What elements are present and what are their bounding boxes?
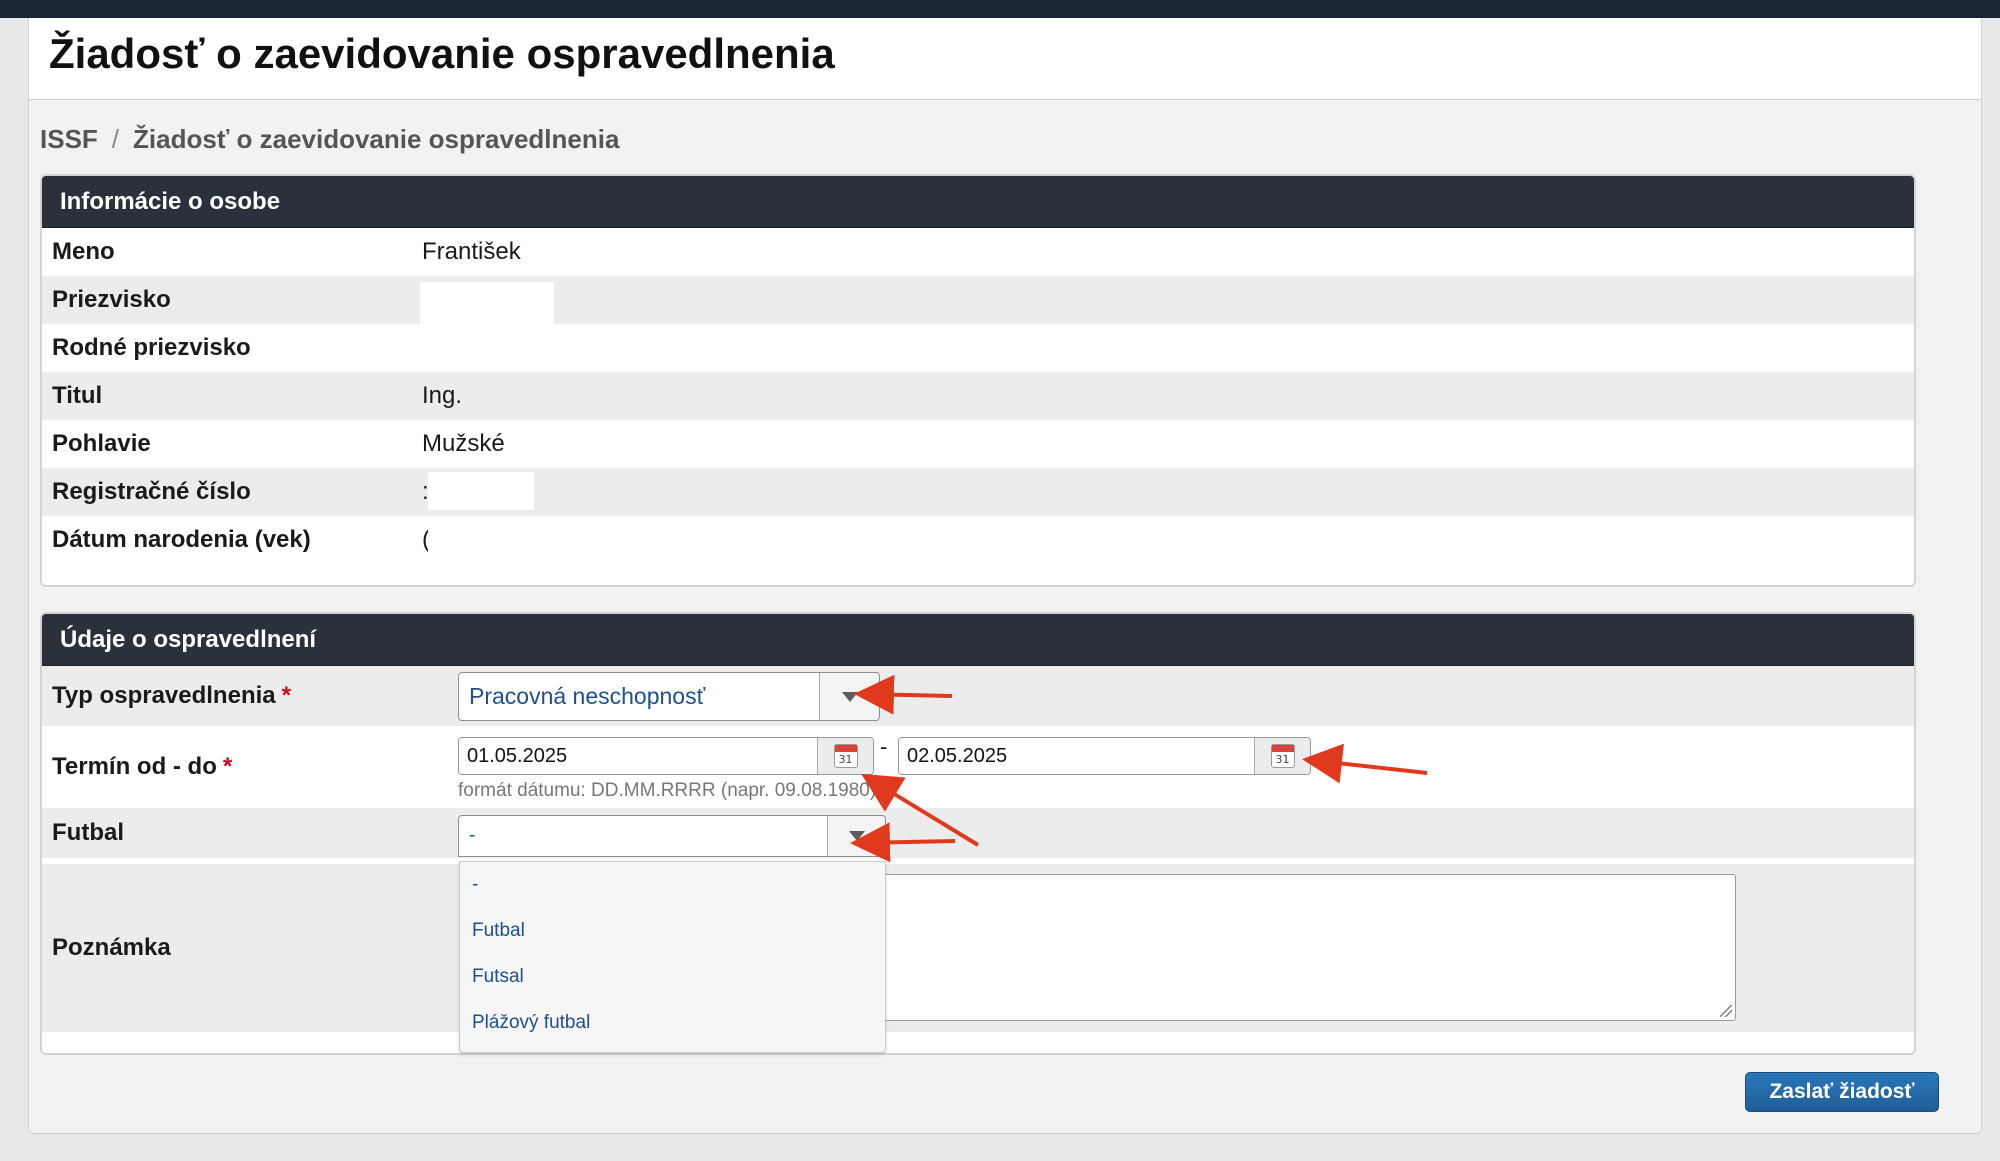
sport-select[interactable]: - [458, 815, 886, 857]
sport-option[interactable]: - [460, 862, 885, 908]
title-value: Ing. [422, 382, 463, 409]
gender-value: Mužské [422, 430, 505, 457]
date-range-separator: - [880, 734, 888, 759]
excuse-type-selected: Pracovná neschopnosť [469, 683, 706, 709]
sport-label: Futbal [52, 819, 124, 846]
breadcrumb-root-link[interactable]: ISSF [40, 124, 98, 154]
sport-option[interactable]: Futbal [460, 908, 885, 954]
page-title: Žiadosť o zaevidovanie ospravedlnenia [49, 30, 835, 77]
breadcrumb: ISSF / Žiadosť o zaevidovanie ospravedlnen… [40, 124, 619, 155]
required-marker: * [281, 682, 291, 709]
date-format-hint: formát dátumu: DD.MM.RRRR (napr. 09.08.1… [458, 780, 877, 801]
registration-label: Registračné číslo [52, 478, 251, 505]
redacted-birthdate [428, 522, 758, 562]
person-row-registration: Registračné číslo : [42, 468, 1914, 516]
name-label: Meno [52, 238, 115, 265]
person-row-title: Titul Ing. [42, 372, 1914, 420]
person-info-header: Informácie o osobe [42, 176, 1914, 228]
excuse-type-select[interactable]: Pracovná neschopnosť [458, 672, 880, 721]
name-value: František [422, 238, 521, 265]
note-label: Poznámka [52, 934, 171, 961]
date-to-calendar-button[interactable]: 31 [1254, 738, 1310, 774]
calendar-icon: 31 [833, 744, 858, 768]
note-textarea[interactable] [880, 874, 1736, 1021]
person-row-maiden-name: Rodné priezvisko [42, 324, 1914, 372]
person-row-gender: Pohlavie Mužské [42, 420, 1914, 468]
sport-row: Futbal [42, 808, 1914, 858]
excuse-type-label: Typ ospravedlnenia * [52, 682, 291, 709]
redacted-surname [420, 282, 554, 326]
submit-request-button[interactable]: Zaslať žiadosť [1745, 1072, 1939, 1112]
person-row-birthdate: Dátum narodenia (vek) ( [42, 516, 1914, 564]
term-label: Termín od - do * [52, 753, 233, 780]
date-to-field[interactable]: 02.05.2025 31 [898, 737, 1311, 775]
resize-handle[interactable] [1720, 1005, 1732, 1017]
maiden-name-label: Rodné priezvisko [52, 334, 251, 361]
sport-option[interactable]: Plážový futbal [460, 1000, 885, 1046]
title-label: Titul [52, 382, 103, 409]
date-to-value: 02.05.2025 [907, 744, 1008, 767]
sport-dropdown-list: - Futbal Futsal Plážový futbal [459, 861, 886, 1053]
top-navigation-bar [0, 0, 2000, 18]
date-from-field[interactable]: 01.05.2025 31 [458, 737, 874, 775]
calendar-icon: 31 [1270, 744, 1295, 768]
surname-label: Priezvisko [52, 286, 171, 313]
chevron-down-icon [841, 691, 858, 702]
person-row-surname: Priezvisko [42, 276, 1914, 326]
sport-dropdown-button[interactable] [827, 816, 885, 856]
person-info-panel: Informácie o osobe Meno František Priezv… [40, 174, 1916, 587]
date-from-calendar-button[interactable]: 31 [817, 738, 873, 774]
sport-option[interactable]: Futsal [460, 954, 885, 1000]
breadcrumb-separator: / [111, 124, 120, 154]
person-row-name: Meno František [42, 228, 1914, 276]
excuse-type-dropdown-button[interactable] [819, 673, 879, 720]
sport-selected: - [469, 825, 476, 846]
required-marker: * [222, 753, 233, 780]
breadcrumb-current: Žiadosť o zaevidovanie ospravedlnenia [133, 124, 620, 154]
excuse-details-header: Údaje o ospravedlnení [42, 614, 1914, 666]
redacted-registration [428, 472, 534, 510]
date-from-value: 01.05.2025 [467, 744, 568, 767]
gender-label: Pohlavie [52, 430, 151, 457]
title-bar: Žiadosť o zaevidovanie ospravedlnenia [29, 18, 1981, 100]
chevron-down-icon [848, 831, 865, 841]
excuse-type-row: Typ ospravedlnenia * [42, 666, 1914, 726]
birthdate-label: Dátum narodenia (vek) [52, 526, 311, 553]
